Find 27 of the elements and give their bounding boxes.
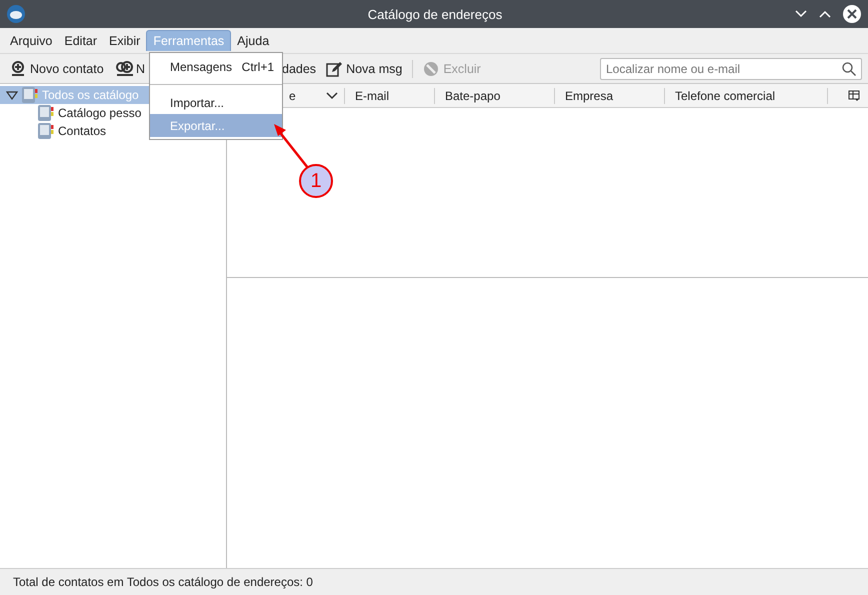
close-icon[interactable] xyxy=(842,4,862,24)
status-text: Total de contatos em Todos os catálogo de endereços: 0 xyxy=(0,568,868,595)
search-field[interactable]: Localizar nome ou e-mail xyxy=(600,58,862,80)
column-header[interactable]: Bate-papo xyxy=(435,88,555,104)
address-book-icon xyxy=(37,122,55,140)
no-entry-icon xyxy=(423,60,440,76)
address-book-icon xyxy=(37,104,55,122)
column-header[interactable]: E-mail xyxy=(345,88,435,104)
person-add-icon xyxy=(10,60,26,76)
sort-chevron-icon xyxy=(326,92,338,100)
group-add-icon xyxy=(116,60,134,76)
menu-item[interactable]: Arquivo xyxy=(4,30,58,50)
column-header[interactable]: Telefone comercial xyxy=(665,88,828,104)
shortcut-text: Ctrl+1 xyxy=(242,60,274,74)
toolbar-button[interactable]: Novo contato xyxy=(6,58,112,78)
search-icon xyxy=(842,62,856,76)
column-header[interactable]: Empresa xyxy=(555,88,665,104)
pencil-icon xyxy=(326,60,342,76)
menu-item[interactable]: Ajuda xyxy=(231,30,276,50)
column-picker-icon[interactable] xyxy=(848,90,860,102)
toolbar-button[interactable]: N xyxy=(114,58,152,78)
menu-item[interactable]: Exibir xyxy=(103,30,146,50)
expander-icon xyxy=(6,89,18,101)
window-title: Catálogo de endereços xyxy=(368,6,502,22)
menu-item[interactable]: Editar xyxy=(58,30,104,50)
address-book-icon xyxy=(21,86,39,104)
toolbar-button[interactable]: Nova msg xyxy=(322,58,406,78)
